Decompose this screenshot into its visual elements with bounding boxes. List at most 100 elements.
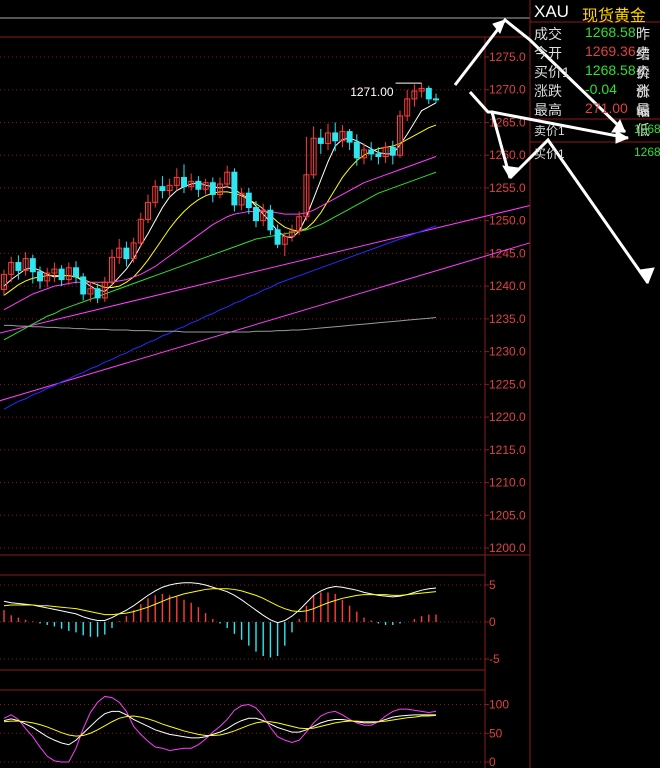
trendlines <box>0 205 530 402</box>
book-row: 卖价1 1268 <box>530 122 660 138</box>
candle[interactable] <box>296 211 303 236</box>
candle-body <box>317 137 324 144</box>
book-label: 卖价1 <box>534 124 565 138</box>
price-tick-label: 1210.0 <box>489 476 526 490</box>
candle[interactable] <box>181 164 187 194</box>
price-tick-label: 1225.0 <box>489 377 526 391</box>
candle[interactable] <box>281 232 288 257</box>
candle[interactable] <box>425 85 432 105</box>
candle-body <box>181 176 187 188</box>
candle-body <box>425 87 432 100</box>
candle[interactable] <box>397 110 403 158</box>
candle[interactable] <box>145 194 151 224</box>
price-tick-label: 1255.0 <box>489 181 526 195</box>
kdj-k-line <box>3 710 436 746</box>
candle[interactable] <box>159 176 166 199</box>
trendline <box>0 205 530 334</box>
price-tick-label: 1240.0 <box>489 279 526 293</box>
candle[interactable] <box>116 238 123 264</box>
quote-label: 涨跌 <box>534 83 562 99</box>
macd-tick-label: 0 <box>489 615 496 629</box>
book-value: 1268 <box>634 122 660 136</box>
candle-body <box>433 98 439 101</box>
candle[interactable] <box>404 89 411 122</box>
candle[interactable] <box>411 84 418 107</box>
candlesticks[interactable] <box>1 83 439 304</box>
quote-value: 1269.36 <box>585 43 636 59</box>
kdj-tick-label: 0 <box>489 755 496 768</box>
kdj-tick-label: 50 <box>489 726 503 740</box>
candle[interactable] <box>389 140 396 165</box>
quote-value: 271.00 <box>585 100 628 116</box>
candle[interactable] <box>209 177 216 203</box>
candle[interactable] <box>375 147 382 165</box>
candle[interactable] <box>166 178 173 196</box>
candle[interactable] <box>310 126 317 179</box>
candle[interactable] <box>238 187 245 211</box>
candle-body <box>94 288 101 299</box>
macd-tick-label: 5 <box>489 578 496 592</box>
candle-body <box>245 192 252 209</box>
candle[interactable] <box>346 129 353 150</box>
quote-row: 今开 1269.36 卖价 <box>530 43 660 81</box>
candle[interactable] <box>303 136 310 221</box>
candle[interactable] <box>65 262 72 285</box>
candle[interactable] <box>58 265 65 287</box>
candle[interactable] <box>224 165 231 188</box>
quote-row: 成交 1268.58 昨结 <box>530 24 660 62</box>
candle[interactable] <box>1 269 7 296</box>
candle[interactable] <box>245 187 252 215</box>
kdj-panel: 100 50 0 <box>0 689 509 768</box>
candle[interactable] <box>73 261 79 284</box>
kdj-tick-label: 100 <box>489 698 509 712</box>
candle[interactable] <box>317 129 324 154</box>
candle[interactable] <box>382 142 389 164</box>
quote-value: -0.04 <box>585 81 617 97</box>
candle-body <box>274 229 281 245</box>
candle[interactable] <box>51 262 58 283</box>
macd-dea-line <box>3 588 437 616</box>
candle[interactable] <box>260 203 267 226</box>
quote-value: 1268.58 <box>585 62 636 78</box>
candle[interactable] <box>339 125 346 148</box>
candle[interactable] <box>325 123 331 150</box>
candle[interactable] <box>80 273 87 301</box>
candle[interactable] <box>152 180 159 208</box>
candle-body <box>15 262 22 271</box>
candle[interactable] <box>195 176 202 198</box>
candle[interactable] <box>109 249 115 285</box>
candle[interactable] <box>368 142 375 161</box>
price-tick-label: 1250.0 <box>489 214 526 228</box>
candle[interactable] <box>332 122 339 152</box>
quote-label: 今开 <box>534 45 562 61</box>
kdj-j-line <box>3 695 437 763</box>
candle[interactable] <box>44 267 51 288</box>
candle-body <box>73 267 79 278</box>
high-price-label: 1271.00 <box>350 85 394 99</box>
candle[interactable] <box>267 204 274 236</box>
candle[interactable] <box>130 237 137 263</box>
candle[interactable] <box>22 252 29 276</box>
candle-body <box>231 171 238 206</box>
price-axis: 1200.0 1205.0 1210.0 1215.0 1220.0 1225.0 1230… <box>485 50 526 555</box>
candle-body <box>353 141 360 159</box>
ma-line-ma120 <box>4 317 437 333</box>
candle[interactable] <box>202 178 209 195</box>
candle-body <box>80 276 87 295</box>
quote-panel: XAU 现货黄金 成交 1268.58 昨结 今开 1269.36 卖价 买价1 1268.5… <box>530 0 660 768</box>
price-tick-label: 1205.0 <box>489 508 526 522</box>
book-row: 买价1 1268 <box>530 145 660 161</box>
price-tick-label: 1220.0 <box>489 410 526 424</box>
candle[interactable] <box>173 168 180 191</box>
candle[interactable] <box>94 283 101 304</box>
price-tick-label: 1200.0 <box>489 541 526 555</box>
candle[interactable] <box>231 168 238 212</box>
candle-body <box>29 258 36 273</box>
candle[interactable] <box>433 93 439 103</box>
candle-body <box>209 182 216 195</box>
candle[interactable] <box>123 241 130 267</box>
book-value: 1268 <box>634 145 660 159</box>
candle-body <box>123 247 130 260</box>
candle[interactable] <box>418 83 425 98</box>
candle[interactable] <box>353 134 360 166</box>
